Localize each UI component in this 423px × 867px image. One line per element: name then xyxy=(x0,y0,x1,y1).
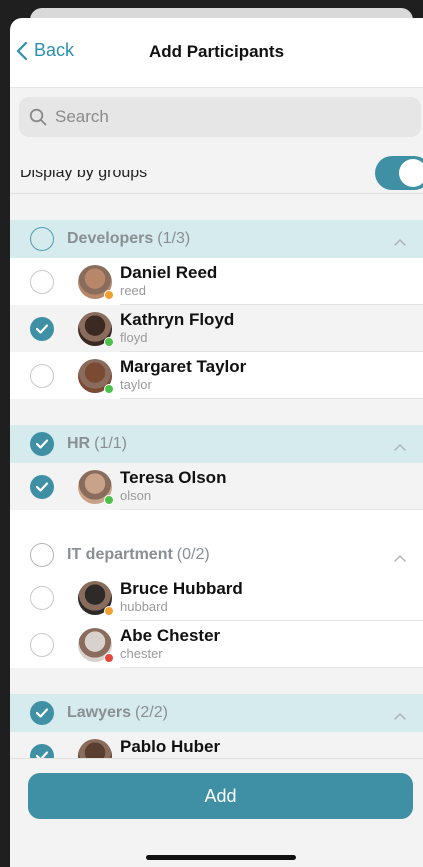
participant-name: Bruce Hubbard xyxy=(120,579,243,598)
participant-login: olson xyxy=(120,488,152,503)
participant-name: Pablo Huber xyxy=(120,737,221,756)
group-header[interactable]: HR (1/1) xyxy=(10,425,423,463)
search-icon xyxy=(29,108,47,126)
participant-checkbox[interactable] xyxy=(30,269,54,294)
avatar xyxy=(78,264,114,300)
status-dot-icon xyxy=(104,336,114,347)
participant-info: Kathryn Floyd floyd xyxy=(120,305,423,352)
participant-name: Abe Chester xyxy=(120,626,221,645)
group-name: IT department xyxy=(67,546,173,563)
participant-info: Abe Chester chester xyxy=(120,621,423,668)
add-participants-sheet: Back Add Participants Search Display by … xyxy=(10,18,423,867)
participant-row[interactable]: Teresa Olson olson xyxy=(10,463,423,510)
participant-info: Daniel Reed reed xyxy=(120,258,423,305)
spacer xyxy=(10,194,423,220)
search-placeholder: Search xyxy=(55,107,109,126)
display-by-groups-toggle[interactable] xyxy=(375,156,423,190)
toggle-knob xyxy=(399,159,423,187)
group-checkbox[interactable] xyxy=(30,543,54,567)
group-count: (2/2) xyxy=(135,704,168,721)
participant-info: Margaret Taylor taylor xyxy=(120,352,423,399)
chevron-up-icon[interactable] xyxy=(393,439,407,457)
status-dot-icon xyxy=(104,652,114,663)
page-title: Add Participants xyxy=(148,42,285,61)
participant-name: Daniel Reed xyxy=(120,263,218,282)
group-count: (1/3) xyxy=(157,230,191,247)
group-header[interactable]: Developers (1/3) xyxy=(10,220,423,258)
participant-login: hubbard xyxy=(120,599,168,614)
status-dot-icon xyxy=(104,289,114,300)
participant-row[interactable]: Kathryn Floyd floyd xyxy=(10,305,423,352)
group-header[interactable]: Lawyers (2/2) xyxy=(10,694,423,732)
participants-list: Developers (1/3) Daniel Reed reed Kathryn Fl… xyxy=(10,220,423,779)
group-checkbox[interactable] xyxy=(30,701,54,725)
search-area: Search xyxy=(10,88,423,170)
participant-checkbox[interactable] xyxy=(30,585,54,610)
avatar xyxy=(78,358,114,394)
status-dot-icon xyxy=(104,494,114,505)
participant-login: floyd xyxy=(120,330,148,345)
navigation-bar: Back Add Participants xyxy=(10,18,423,88)
group-gap xyxy=(10,399,423,425)
participant-name: Teresa Olson xyxy=(120,468,227,487)
status-dot-icon xyxy=(104,605,114,616)
participant-login: taylor xyxy=(120,377,152,392)
participant-info: Bruce Hubbard hubbard xyxy=(120,574,423,621)
status-dot-icon xyxy=(104,383,114,394)
avatar xyxy=(78,469,114,505)
participant-name: Margaret Taylor xyxy=(120,357,247,376)
participant-login: reed xyxy=(120,283,147,298)
search-input[interactable]: Search xyxy=(19,97,421,137)
participant-login: chester xyxy=(120,646,163,661)
group-name: Developers xyxy=(67,230,154,247)
chevron-up-icon[interactable] xyxy=(393,708,407,726)
participant-checkbox[interactable] xyxy=(30,632,54,657)
group-checkbox[interactable] xyxy=(30,432,54,456)
participant-row[interactable]: Margaret Taylor taylor xyxy=(10,352,423,399)
group-count: (0/2) xyxy=(176,546,210,563)
participant-row[interactable]: Daniel Reed reed xyxy=(10,258,423,305)
group-gap xyxy=(10,668,423,694)
group-count: (1/1) xyxy=(94,435,128,452)
add-button[interactable]: Add xyxy=(28,773,413,819)
participant-name: Kathryn Floyd xyxy=(120,310,235,329)
participant-row[interactable]: Abe Chester chester xyxy=(10,621,423,668)
participant-row[interactable]: Bruce Hubbard hubbard xyxy=(10,574,423,621)
group-name: Lawyers xyxy=(67,704,132,721)
chevron-up-icon[interactable] xyxy=(393,550,407,568)
chevron-up-icon[interactable] xyxy=(393,234,407,252)
participant-info: Teresa Olson olson xyxy=(120,463,423,510)
avatar xyxy=(78,627,114,663)
group-gap xyxy=(10,510,423,536)
home-indicator xyxy=(146,855,296,860)
group-checkbox[interactable] xyxy=(30,227,54,251)
participant-checkbox[interactable] xyxy=(30,316,54,341)
avatar xyxy=(78,311,114,347)
group-name: HR xyxy=(67,435,91,452)
avatar xyxy=(78,580,114,616)
participant-checkbox[interactable] xyxy=(30,363,54,388)
participant-checkbox[interactable] xyxy=(30,474,54,499)
bottom-bar: Add xyxy=(10,758,423,867)
group-header[interactable]: IT department (0/2) xyxy=(10,536,423,574)
